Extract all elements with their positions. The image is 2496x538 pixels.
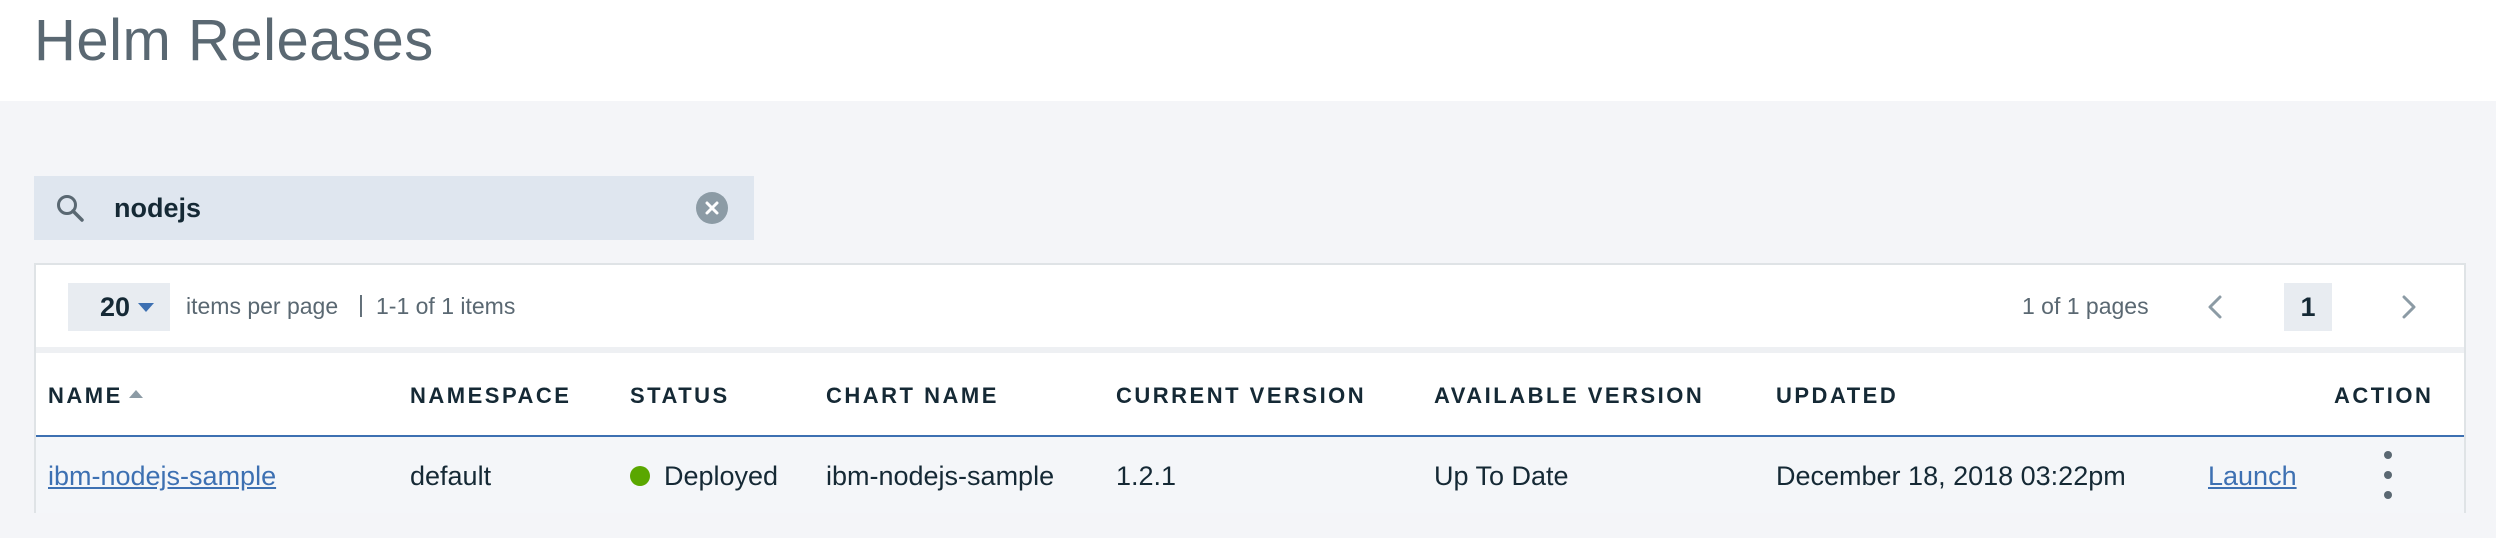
page-header: Helm Releases — [0, 0, 2496, 101]
column-header-chart-name[interactable]: CHART NAME — [826, 383, 999, 409]
search-icon — [57, 195, 84, 222]
kebab-dot — [2384, 491, 2392, 499]
search-bar[interactable] — [34, 176, 754, 240]
column-header-name[interactable]: NAME — [48, 383, 143, 409]
chart-name-cell: ibm-nodejs-sample — [826, 461, 1055, 491]
sort-ascending-icon — [128, 390, 143, 399]
chevron-left-icon[interactable] — [2196, 287, 2236, 327]
pagination-bar: 20 items per page | 1-1 of 1 items 1 of … — [36, 265, 2464, 353]
launch-link[interactable]: Launch — [2208, 461, 2297, 492]
items-per-page-select[interactable]: 20 — [68, 283, 170, 331]
close-icon — [705, 201, 719, 215]
chevron-right-icon[interactable] — [2388, 287, 2428, 327]
pages-label: 1 of 1 pages — [2022, 293, 2149, 319]
table-header: NAME NAMESPACE STATUS CHART NAME CURRENT… — [36, 353, 2464, 437]
kebab-dot — [2384, 451, 2392, 459]
column-header-available-version[interactable]: AVAILABLE VERSION — [1434, 383, 1704, 409]
column-header-action: ACTION — [2334, 383, 2434, 408]
release-name-link[interactable]: ibm-nodejs-sample — [48, 461, 276, 492]
overflow-menu-icon[interactable] — [2376, 451, 2400, 499]
column-header-current-version[interactable]: CURRENT VERSION — [1116, 383, 1366, 409]
column-header-status[interactable]: STATUS — [630, 383, 730, 409]
status-label: Deployed — [664, 461, 779, 491]
current-version-cell: 1.2.1 — [1116, 461, 1177, 491]
items-range-label: 1-1 of 1 items — [376, 293, 516, 319]
available-version-cell: Up To Date — [1434, 461, 1569, 491]
status-indicator-icon — [630, 466, 650, 486]
status-cell: Deployed — [630, 461, 778, 492]
caret-down-icon — [138, 302, 155, 312]
items-per-page-value: 20 — [100, 291, 131, 322]
clear-search-button[interactable] — [696, 192, 728, 224]
updated-cell: December 18, 2018 03:22pm — [1776, 461, 2126, 491]
search-input[interactable] — [114, 176, 694, 240]
column-header-label: NAME — [48, 383, 123, 408]
current-page-button[interactable]: 1 — [2284, 283, 2332, 331]
kebab-dot — [2384, 471, 2392, 479]
page-title: Helm Releases — [34, 8, 434, 73]
items-per-page-label: items per page — [186, 293, 339, 319]
pagination-separator: | — [358, 291, 364, 317]
table-row: ibm-nodejs-sample default Deployed ibm-n… — [36, 437, 2464, 513]
column-header-updated[interactable]: UPDATED — [1776, 383, 1898, 409]
namespace-cell: default — [410, 461, 492, 491]
column-header-namespace[interactable]: NAMESPACE — [410, 383, 571, 409]
releases-table: 20 items per page | 1-1 of 1 items 1 of … — [34, 263, 2466, 513]
